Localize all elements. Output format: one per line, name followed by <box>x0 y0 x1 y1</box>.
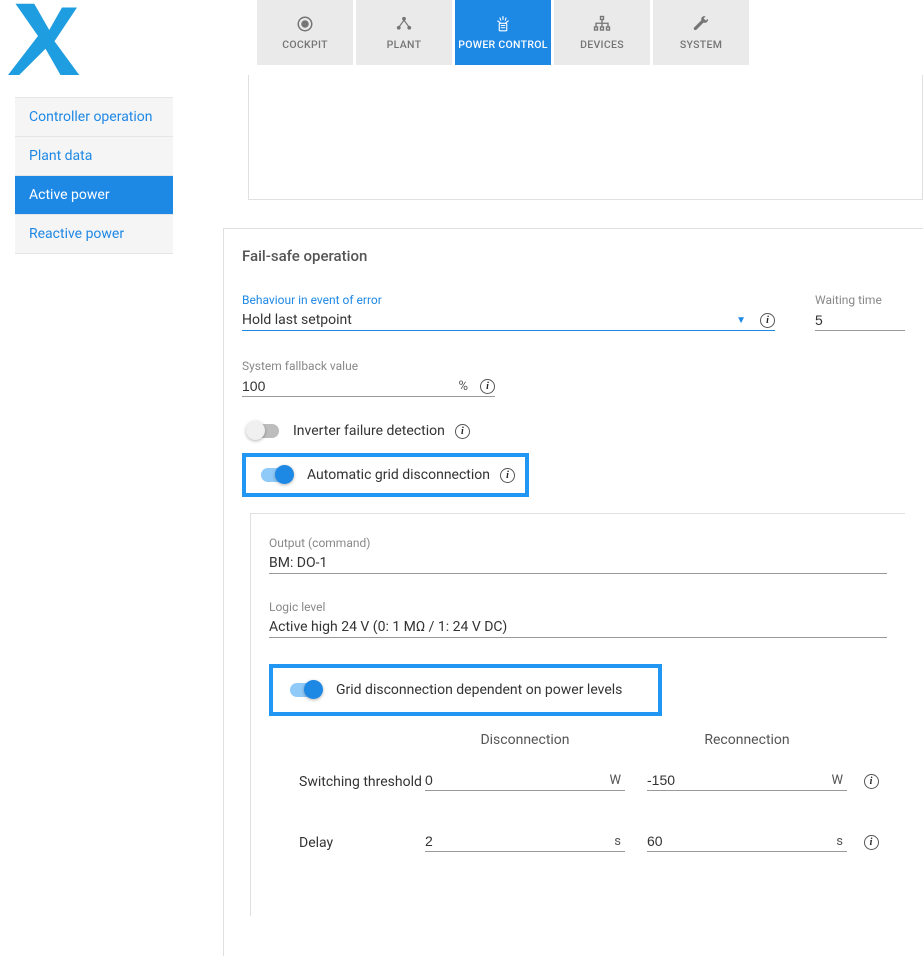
inverter-failure-toggle-row: Inverter failure detection i <box>242 423 905 439</box>
tab-plant[interactable]: PLANT <box>356 0 452 65</box>
sidebar-item-reactive-power[interactable]: Reactive power <box>15 215 173 254</box>
unit-label: W <box>831 773 843 788</box>
logic-level-field: Logic level Active high 24 V (0: 1 MΩ / … <box>269 600 887 638</box>
row-label: Delay <box>299 835 425 851</box>
chevron-down-icon: ▼ <box>736 315 746 326</box>
delay-reco-cell: s <box>647 833 847 852</box>
sidebar-item-plant-data[interactable]: Plant data <box>15 137 173 176</box>
unit-label: % <box>458 379 468 394</box>
power-control-icon <box>493 14 513 34</box>
app-logo <box>0 0 90 75</box>
tab-devices[interactable]: DEVICES <box>554 0 650 65</box>
delay-reco-input[interactable] <box>647 833 836 849</box>
waiting-time-field: Waiting time <box>815 293 905 331</box>
threshold-table: Disconnection Reconnection Switching thr… <box>269 732 887 852</box>
previous-card-footer <box>248 75 923 200</box>
threshold-reco-cell: W <box>647 772 847 791</box>
col-head-disconnection: Disconnection <box>425 732 625 748</box>
grid-power-highlight: Grid disconnection dependent on power le… <box>269 664 662 716</box>
toggle-label: Inverter failure detection <box>293 423 445 439</box>
behaviour-field: Behaviour in event of error Hold last se… <box>242 293 775 331</box>
field-label: System fallback value <box>242 359 495 373</box>
delay-row: Delay s s i <box>299 833 887 852</box>
field-label: Behaviour in event of error <box>242 293 775 307</box>
tab-label: SYSTEM <box>680 38 722 51</box>
info-icon[interactable]: i <box>760 313 775 328</box>
logic-level-value[interactable]: Active high 24 V (0: 1 MΩ / 1: 24 V DC) <box>269 619 887 635</box>
output-value[interactable]: BM: DO-1 <box>269 555 887 571</box>
grid-disconnection-card: Output (command) BM: DO-1 Logic level Ac… <box>250 513 905 916</box>
tab-system[interactable]: SYSTEM <box>653 0 749 65</box>
fallback-input[interactable] <box>242 378 458 394</box>
failsafe-card: Fail-safe operation Behaviour in event o… <box>223 228 923 956</box>
delay-disc-cell: s <box>425 833 625 852</box>
content-area: Fail-safe operation Behaviour in event o… <box>188 75 923 956</box>
tab-label: COCKPIT <box>282 38 328 51</box>
auto-grid-toggle[interactable] <box>261 468 293 482</box>
app-header: COCKPIT PLANT POWER CONTROL DEVICES SYST… <box>0 0 923 75</box>
target-icon <box>295 14 315 34</box>
tab-power-control[interactable]: POWER CONTROL <box>455 0 551 65</box>
unit-label: s <box>836 834 843 849</box>
threshold-disc-cell: W <box>425 772 625 791</box>
top-nav: COCKPIT PLANT POWER CONTROL DEVICES SYST… <box>257 0 752 65</box>
fallback-field: System fallback value % i <box>242 359 495 397</box>
nodes-icon <box>394 14 414 34</box>
card-title: Fail-safe operation <box>242 247 905 265</box>
threshold-row: Switching threshold W W i <box>299 772 887 791</box>
col-head-reconnection: Reconnection <box>647 732 847 748</box>
sidebar: Controller operation Plant data Active p… <box>0 75 188 956</box>
field-label: Logic level <box>269 600 887 614</box>
tab-label: PLANT <box>387 38 422 51</box>
behaviour-select[interactable]: Hold last setpoint <box>242 312 730 328</box>
info-icon[interactable]: i <box>864 774 879 789</box>
waiting-time-input[interactable] <box>815 312 923 328</box>
grid-power-toggle[interactable] <box>290 683 322 697</box>
row-label: Switching threshold <box>299 774 425 790</box>
info-icon[interactable]: i <box>500 468 515 483</box>
sidebar-item-controller-operation[interactable]: Controller operation <box>15 97 173 137</box>
auto-grid-toggle-row: Automatic grid disconnection i <box>256 467 515 483</box>
delay-disc-input[interactable] <box>425 833 614 849</box>
inverter-failure-toggle[interactable] <box>247 424 279 438</box>
field-label: Output (command) <box>269 536 887 550</box>
logo-icon <box>8 0 83 75</box>
wrench-icon <box>691 14 711 34</box>
hierarchy-icon <box>592 14 612 34</box>
tab-cockpit[interactable]: COCKPIT <box>257 0 353 65</box>
tab-label: POWER CONTROL <box>458 38 548 51</box>
tab-label: DEVICES <box>580 38 624 51</box>
auto-grid-highlight: Automatic grid disconnection i <box>242 453 529 497</box>
toggle-label: Automatic grid disconnection <box>307 467 490 483</box>
unit-label: s <box>614 834 621 849</box>
sidebar-item-active-power[interactable]: Active power <box>15 176 173 215</box>
unit-label: W <box>609 773 621 788</box>
grid-power-toggle-row: Grid disconnection dependent on power le… <box>285 682 622 698</box>
field-label: Waiting time <box>815 293 905 307</box>
info-icon[interactable]: i <box>455 424 470 439</box>
output-field: Output (command) BM: DO-1 <box>269 536 887 574</box>
threshold-disc-input[interactable] <box>425 772 609 788</box>
threshold-reco-input[interactable] <box>647 772 831 788</box>
info-icon[interactable]: i <box>480 379 495 394</box>
toggle-label: Grid disconnection dependent on power le… <box>336 682 622 698</box>
info-icon[interactable]: i <box>864 835 879 850</box>
